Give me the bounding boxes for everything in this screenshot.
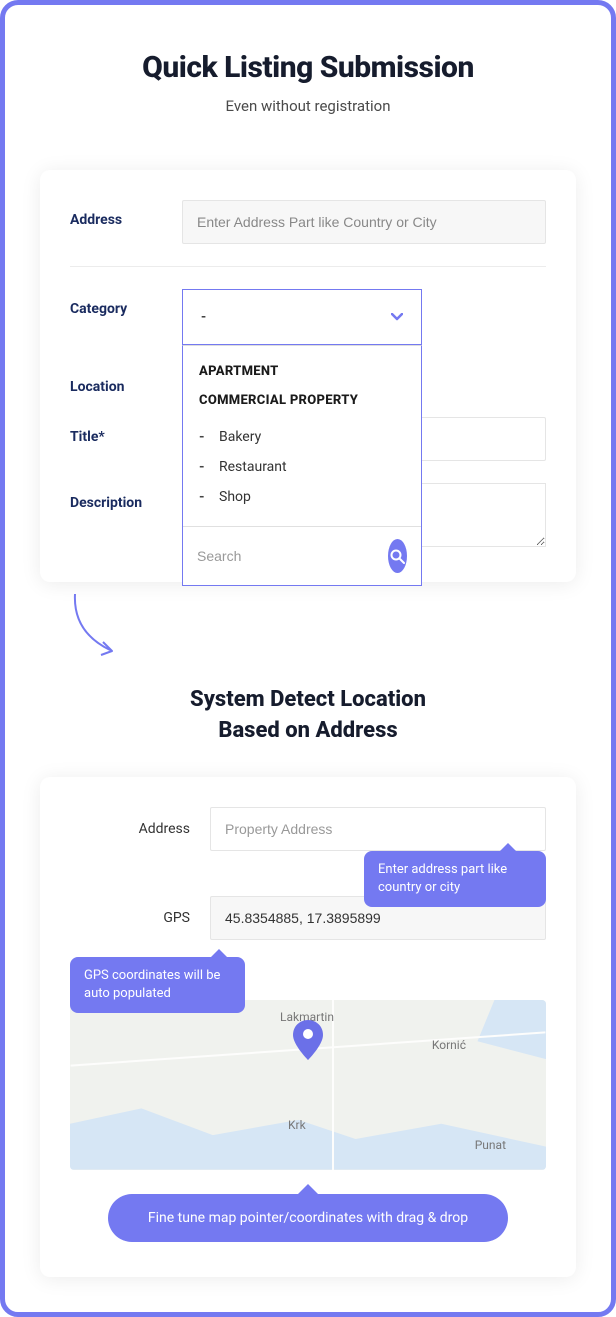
listing-form-card: Address Category - APARTMENT COMMERCIAL … xyxy=(40,170,576,582)
category-option[interactable]: -Bakery xyxy=(199,422,405,452)
category-option-label: Shop xyxy=(219,489,251,505)
address2-label: Address xyxy=(70,821,210,837)
map-tooltip-pill: Fine tune map pointer/coordinates with d… xyxy=(108,1194,508,1242)
category-dropdown-panel: APARTMENT COMMERCIAL PROPERTY -Bakery -R… xyxy=(182,345,422,586)
category-group[interactable]: COMMERCIAL PROPERTY xyxy=(199,393,405,408)
gps-label: GPS xyxy=(70,910,210,926)
address-tooltip: Enter address part like country or city xyxy=(364,851,546,907)
section-title: System Detect Location Based on Address xyxy=(40,685,576,747)
address-input[interactable] xyxy=(182,200,546,244)
title-label: Title* xyxy=(70,417,182,445)
category-option-label: Restaurant xyxy=(219,459,287,475)
category-value: - xyxy=(201,309,206,325)
location-label: Location xyxy=(70,367,182,395)
category-search-input[interactable] xyxy=(197,548,378,564)
page-subtitle: Even without registration xyxy=(40,97,576,115)
search-icon xyxy=(390,549,405,564)
map-label: Krk xyxy=(288,1118,306,1132)
page-title: Quick Listing Submission xyxy=(40,50,576,85)
category-option[interactable]: -Restaurant xyxy=(199,452,405,482)
map-widget[interactable]: Lakmartin Kornić Krk Punat xyxy=(70,1000,546,1170)
category-label: Category xyxy=(70,289,182,317)
gps-tooltip: GPS coordinates will be auto populated xyxy=(70,957,245,1013)
category-search-button[interactable] xyxy=(388,539,407,573)
category-option-label: Bakery xyxy=(219,429,261,445)
chevron-down-icon xyxy=(391,310,403,324)
map-label: Punat xyxy=(475,1138,506,1152)
property-address-input[interactable] xyxy=(210,807,546,851)
address-label: Address xyxy=(70,200,182,228)
map-label: Kornić xyxy=(432,1038,466,1052)
description-label: Description xyxy=(70,483,182,511)
category-option[interactable]: -Shop xyxy=(199,482,405,512)
location-card: Address Enter address part like country … xyxy=(40,777,576,1277)
map-pin-icon[interactable] xyxy=(293,1020,323,1064)
category-select[interactable]: - xyxy=(182,289,422,345)
category-group[interactable]: APARTMENT xyxy=(199,364,405,379)
arrow-decoration xyxy=(55,592,135,667)
